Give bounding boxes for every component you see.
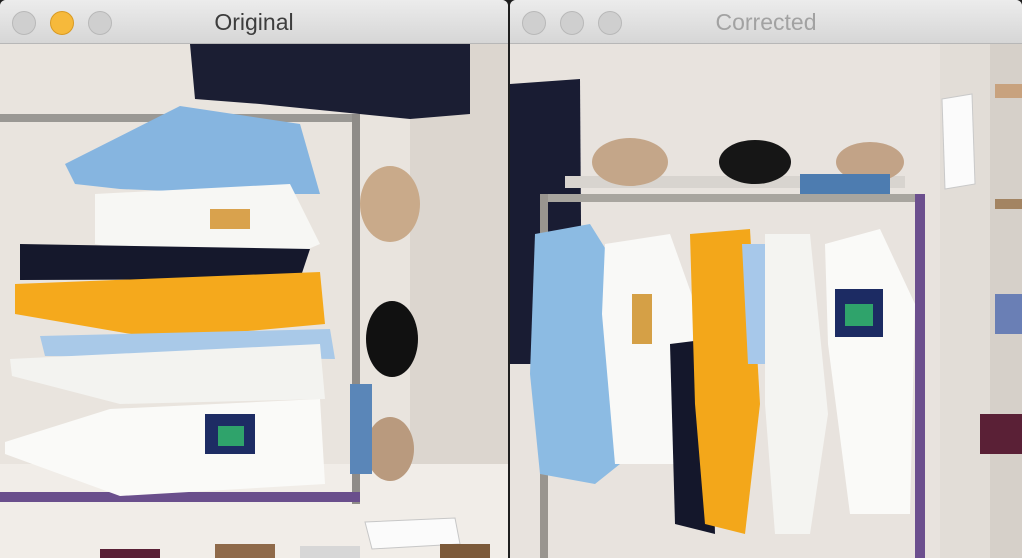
corrected-titlebar[interactable]: Corrected [510,0,1022,44]
original-window-title: Original [214,9,294,35]
corrected-image [510,44,1022,558]
upright-photo-image [510,44,1022,558]
rotated-photo-image [0,44,508,558]
corrected-window-title: Corrected [715,9,817,35]
original-image [0,44,508,558]
original-titlebar[interactable]: Original [0,0,508,44]
original-window: Original [0,0,508,558]
corrected-window: Corrected [510,0,1022,558]
